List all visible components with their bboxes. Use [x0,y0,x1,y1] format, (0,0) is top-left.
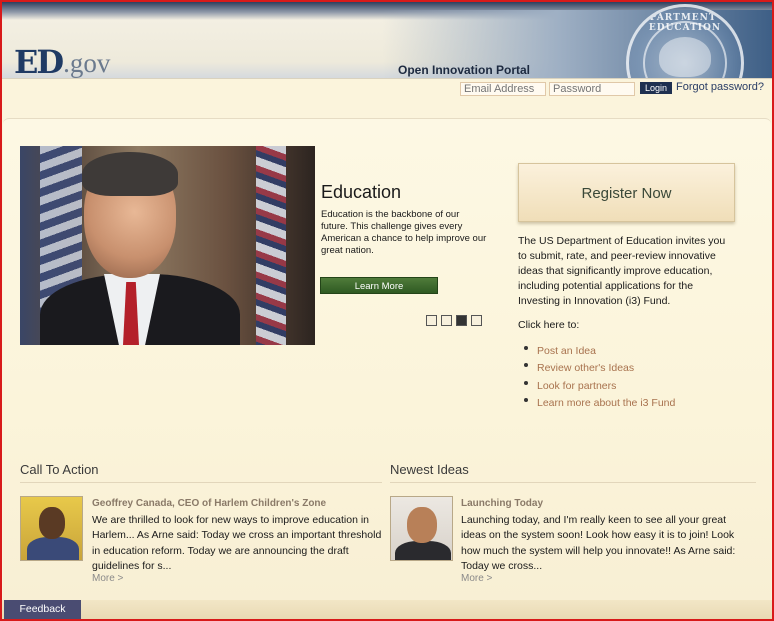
forgot-password-link[interactable]: Forgot password? [676,81,764,93]
click-here-label: Click here to: [518,319,580,331]
learn-more-button[interactable]: Learn More [320,277,438,294]
login-button[interactable]: Login [640,82,672,94]
register-now-button[interactable]: Register Now [518,163,735,222]
hero-photo [20,146,315,345]
newest-idea-more-link[interactable]: More > [461,573,492,584]
hero-title: Education [321,182,402,202]
person-hair [82,152,178,196]
action-label[interactable]: Review other's Ideas [537,362,634,374]
action-learn-i3[interactable]: Learn more about the i3 Fund [524,395,675,413]
divider [390,482,756,483]
logo-gov-text: .gov [63,48,111,78]
action-label[interactable]: Learn more about the i3 Fund [537,397,675,409]
hero-description: Education is the backbone of our future.… [321,209,487,256]
avatar-body [27,537,79,560]
newest-idea-text: Launching today, and I'm really keen to … [461,514,736,572]
call-to-action-title[interactable]: Geoffrey Canada, CEO of Harlem Children'… [92,498,326,509]
divider [20,482,382,483]
action-label[interactable]: Post an Idea [537,345,596,357]
carousel-dot[interactable] [471,315,482,326]
browser-frame: DEPARTMENT OF EDUCATION ED .gov Open Inn… [0,0,774,621]
bullet-icon [524,380,528,385]
newest-idea-title[interactable]: Launching Today [461,498,543,509]
bullet-icon [524,363,528,368]
carousel-dot-active[interactable] [456,315,467,326]
footer-band [2,600,772,619]
action-look-partners[interactable]: Look for partners [524,377,675,395]
intro-text: The US Department of Education invites y… [518,235,726,307]
avatar-head [407,507,437,543]
avatar[interactable] [20,496,83,561]
action-review-ideas[interactable]: Review other's Ideas [524,360,675,378]
seal-tree-icon [659,37,711,77]
newest-ideas-heading: Newest Ideas [390,462,469,477]
carousel-pager [426,315,482,326]
password-input[interactable] [549,82,635,96]
email-input[interactable] [460,82,546,96]
carousel-dot[interactable] [426,315,437,326]
flag-image [256,146,286,345]
call-to-action-more-link[interactable]: More > [92,573,123,584]
logo-ed-text: ED [14,43,64,81]
portal-title: Open Innovation Portal [398,63,531,77]
call-to-action-text: We are thrilled to look for new ways to … [92,514,382,572]
action-label[interactable]: Look for partners [537,380,616,392]
avatar-head [39,507,65,539]
feedback-tab[interactable]: Feedback [4,600,81,619]
avatar[interactable] [390,496,453,561]
ed-gov-logo[interactable]: ED .gov [14,38,110,78]
carousel-dot[interactable] [441,315,452,326]
call-to-action-heading: Call To Action [20,462,99,477]
bullet-icon [524,345,528,350]
action-post-idea[interactable]: Post an Idea [524,342,675,360]
bullet-icon [524,398,528,403]
action-list: Post an Idea Review other's Ideas Look f… [524,342,675,412]
avatar-body [395,541,451,560]
